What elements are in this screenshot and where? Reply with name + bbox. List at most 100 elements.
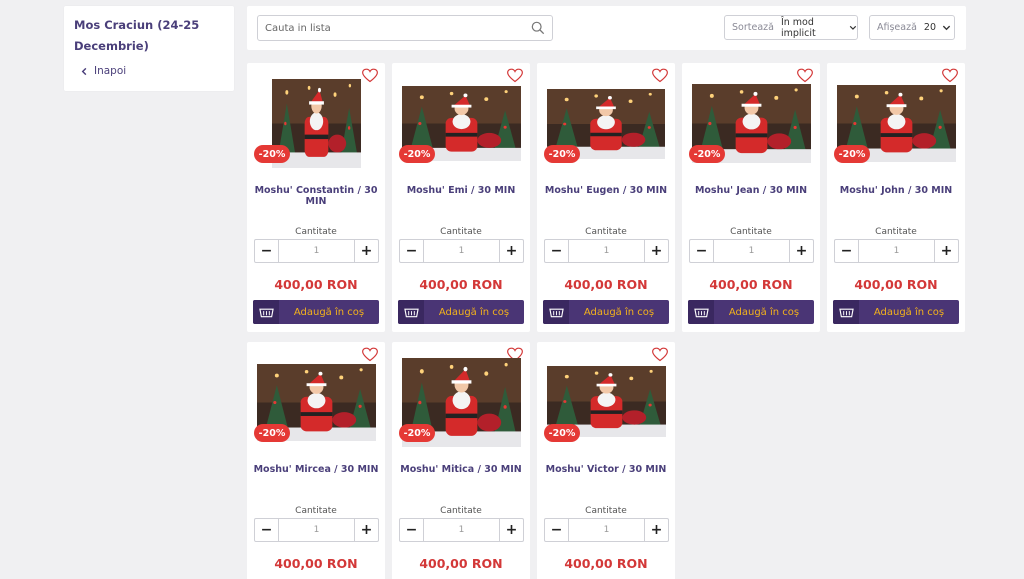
quantity-label: Cantitate: [295, 506, 337, 516]
product-card[interactable]: -20% Moshu' Emi / 30 MIN Cantitate −1 +400,0…: [392, 63, 530, 332]
product-name[interactable]: Moshu' John / 30 MIN: [827, 185, 965, 196]
quantity-input[interactable]: 1: [569, 519, 644, 541]
cart-icon-box: [688, 300, 714, 324]
product-card[interactable]: -20% Moshu' Mitica / 30 MIN Cantitate −1 +40…: [392, 342, 530, 579]
quantity-increase-button[interactable]: +: [354, 240, 378, 262]
quantity-input[interactable]: 1: [569, 240, 644, 262]
heart-icon[interactable]: [507, 68, 523, 83]
search-box: [257, 15, 553, 41]
quantity-decrease-button[interactable]: −: [835, 240, 859, 262]
add-to-cart-button[interactable]: Adaugă în coș: [833, 300, 959, 324]
add-to-cart-label: Adaugă în coș: [438, 306, 510, 318]
back-label: Inapoi: [94, 65, 127, 77]
heart-icon[interactable]: [652, 347, 668, 362]
product-name[interactable]: Moshu' Victor / 30 MIN: [537, 464, 675, 475]
quantity-decrease-button[interactable]: −: [255, 240, 279, 262]
quantity-decrease-button[interactable]: −: [545, 240, 569, 262]
quantity-input[interactable]: 1: [279, 519, 354, 541]
quantity-input[interactable]: 1: [279, 240, 354, 262]
discount-badge: -20%: [254, 424, 290, 442]
quantity-decrease-button[interactable]: −: [400, 240, 424, 262]
product-price: 400,00 RON: [419, 556, 503, 571]
discount-badge: -20%: [834, 145, 870, 163]
product-name[interactable]: Moshu' Jean / 30 MIN: [682, 185, 820, 196]
quantity-increase-button[interactable]: +: [499, 240, 523, 262]
search-input[interactable]: [258, 16, 526, 40]
add-to-cart-label: Adaugă în coș: [583, 306, 655, 318]
quantity-decrease-button[interactable]: −: [690, 240, 714, 262]
cart-icon-box: [543, 300, 569, 324]
quantity-stepper: −1 +: [254, 518, 379, 542]
cart-icon-box: [833, 300, 859, 324]
discount-badge: -20%: [689, 145, 725, 163]
quantity-increase-button[interactable]: +: [644, 519, 668, 541]
quantity-label: Cantitate: [585, 506, 627, 516]
basket-icon: [548, 308, 564, 318]
product-card[interactable]: -20% Moshu' Jean / 30 MIN Cantitate −1 +400,…: [682, 63, 820, 332]
cart-icon-box: [398, 300, 424, 324]
quantity-stepper: −1 +: [834, 239, 959, 263]
product-name[interactable]: Moshu' Emi / 30 MIN: [392, 185, 530, 196]
quantity-input[interactable]: 1: [424, 519, 499, 541]
heart-icon[interactable]: [652, 68, 668, 83]
quantity-label: Cantitate: [730, 227, 772, 237]
product-price: 400,00 RON: [274, 277, 358, 292]
product-card[interactable]: -20% Moshu' Mircea / 30 MIN Cantitate −1 +40…: [247, 342, 385, 579]
basket-icon: [403, 308, 419, 318]
product-price: 400,00 RON: [564, 277, 648, 292]
basket-icon: [258, 308, 274, 318]
quantity-label: Cantitate: [585, 227, 627, 237]
heart-icon[interactable]: [362, 347, 378, 362]
category-title: Mos Craciun (24-25 Decembrie): [74, 18, 200, 53]
quantity-stepper: −1 +: [544, 518, 669, 542]
category-sidebar: Mos Craciun (24-25 Decembrie) Inapoi: [64, 6, 234, 91]
product-card[interactable]: -20% Moshu' John / 30 MIN Cantitate −1 +400,…: [827, 63, 965, 332]
back-link[interactable]: Inapoi: [80, 64, 126, 78]
add-to-cart-label: Adaugă în coș: [293, 306, 365, 318]
add-to-cart-button[interactable]: Adaugă în coș: [253, 300, 379, 324]
heart-icon[interactable]: [797, 68, 813, 83]
per-page-select[interactable]: Afișează 20: [869, 15, 955, 40]
heart-icon[interactable]: [942, 68, 958, 83]
add-to-cart-button[interactable]: Adaugă în coș: [398, 300, 524, 324]
chevron-down-icon: [942, 25, 951, 31]
quantity-input[interactable]: 1: [714, 240, 789, 262]
product-name[interactable]: Moshu' Mircea / 30 MIN: [247, 464, 385, 475]
search-icon[interactable]: [531, 21, 545, 35]
quantity-decrease-button[interactable]: −: [255, 519, 279, 541]
quantity-stepper: −1 +: [689, 239, 814, 263]
add-to-cart-label: Adaugă în coș: [728, 306, 800, 318]
quantity-increase-button[interactable]: +: [789, 240, 813, 262]
list-toolbar: Sortează În mod implicit Afișează 20: [247, 6, 966, 50]
discount-badge: -20%: [254, 145, 290, 163]
product-price: 400,00 RON: [564, 556, 648, 571]
per-page-label: Afișează: [877, 22, 917, 33]
add-to-cart-button[interactable]: Adaugă în coș: [543, 300, 669, 324]
quantity-increase-button[interactable]: +: [499, 519, 523, 541]
chevron-left-icon: [81, 67, 87, 75]
quantity-input[interactable]: 1: [424, 240, 499, 262]
sort-select[interactable]: Sortează În mod implicit: [724, 15, 858, 40]
add-to-cart-button[interactable]: Adaugă în coș: [688, 300, 814, 324]
sort-label: Sortează: [732, 22, 774, 33]
product-name[interactable]: Moshu' Constantin / 30 MIN: [247, 185, 385, 207]
cart-icon-box: [253, 300, 279, 324]
product-card[interactable]: -20% Moshu' Eugen / 30 MIN Cantitate −1 +400…: [537, 63, 675, 332]
add-to-cart-label: Adaugă în coș: [873, 306, 945, 318]
quantity-input[interactable]: 1: [859, 240, 934, 262]
quantity-increase-button[interactable]: +: [354, 519, 378, 541]
product-name[interactable]: Moshu' Mitica / 30 MIN: [392, 464, 530, 475]
product-name[interactable]: Moshu' Eugen / 30 MIN: [537, 185, 675, 196]
quantity-increase-button[interactable]: +: [644, 240, 668, 262]
quantity-decrease-button[interactable]: −: [545, 519, 569, 541]
product-card[interactable]: -20% Moshu' Victor / 30 MIN Cantitate −1 +40…: [537, 342, 675, 579]
heart-icon[interactable]: [362, 68, 378, 83]
product-card[interactable]: -20% Moshu' Constantin / 30 MIN Cantitate −…: [247, 63, 385, 332]
basket-icon: [693, 308, 709, 318]
quantity-stepper: −1 +: [544, 239, 669, 263]
quantity-stepper: −1 +: [399, 518, 524, 542]
quantity-increase-button[interactable]: +: [934, 240, 958, 262]
product-price: 400,00 RON: [274, 556, 358, 571]
quantity-decrease-button[interactable]: −: [400, 519, 424, 541]
sort-value: În mod implicit: [780, 16, 816, 39]
